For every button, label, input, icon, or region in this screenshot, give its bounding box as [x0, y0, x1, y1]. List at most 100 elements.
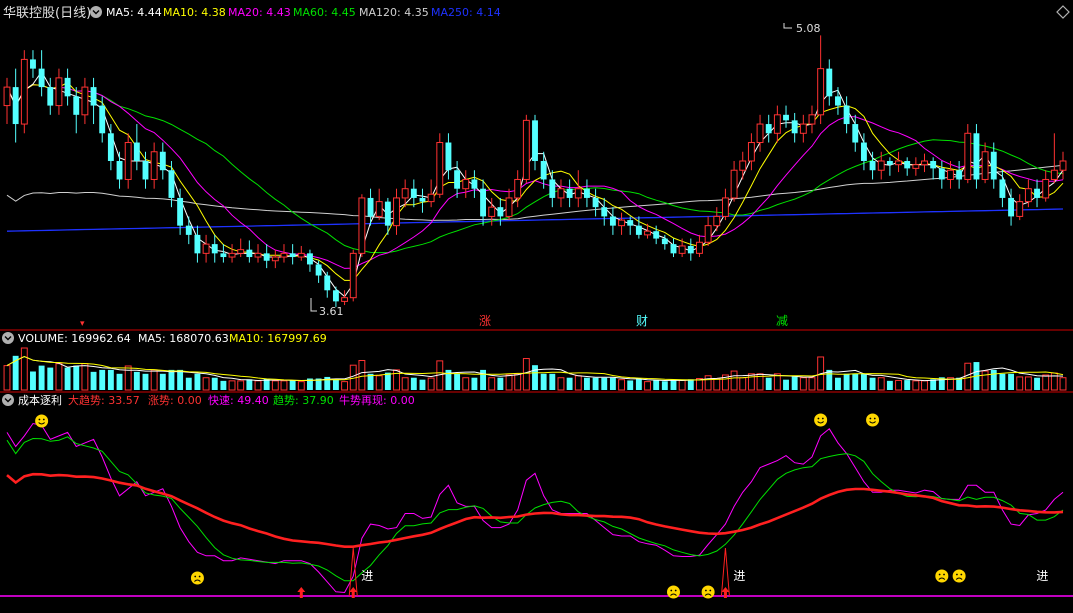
candle-body [627, 220, 634, 226]
volume-bar [38, 365, 45, 390]
candle-body [185, 225, 192, 235]
volume-bar [271, 380, 279, 391]
candle-body [1059, 160, 1067, 171]
low-price-label: 3.61 [319, 305, 344, 318]
candle-body [81, 86, 89, 116]
candle-body [289, 253, 296, 258]
candle-body [150, 151, 158, 180]
candle-body [410, 188, 417, 198]
candle-body [116, 160, 123, 180]
volume-bar [747, 373, 755, 391]
frown-icon [190, 571, 204, 585]
volume-bar [410, 377, 417, 390]
candle-body [696, 241, 703, 254]
candle-body [1024, 188, 1032, 203]
candle-body [678, 245, 686, 254]
candle-body [367, 197, 374, 217]
candle-body [254, 252, 262, 258]
volume-bar [90, 371, 97, 390]
chevron-down-icon[interactable] [2, 394, 14, 406]
candle-body [271, 256, 279, 262]
candle-body [549, 179, 556, 198]
volume-bar [142, 373, 149, 390]
volume-bar [1034, 377, 1040, 390]
bull-label: 牛势再现: 0.00 [339, 393, 415, 407]
volume-bar [687, 379, 694, 390]
volume-bar [904, 380, 911, 390]
candle-body [912, 164, 920, 169]
volume-bar [454, 373, 461, 390]
ma20-label: MA20: 4.43 [228, 6, 291, 19]
volume-bar [297, 381, 305, 391]
volume-bar [514, 373, 522, 391]
volume-bar [47, 367, 54, 390]
volume-bar [661, 381, 668, 390]
candle-body [835, 96, 841, 106]
candle-body [454, 170, 461, 189]
candle-body [99, 105, 106, 134]
ma250-label: MA250: 4.14 [431, 6, 501, 19]
candle-body [20, 58, 28, 125]
volume-bar [835, 377, 841, 390]
volume-bar [99, 369, 106, 390]
candle-body [990, 151, 997, 180]
volume-bar [116, 373, 123, 390]
candle-body [904, 160, 911, 169]
volume-bar [773, 373, 781, 391]
candle-body [90, 87, 97, 106]
candle-body [12, 87, 19, 125]
candle-body [307, 253, 313, 265]
volume-bar [609, 377, 616, 390]
volume-bar [592, 377, 599, 390]
candle-body [721, 197, 729, 217]
fast-label: 快速: 49.40 [208, 394, 269, 407]
volume-bar [869, 377, 876, 390]
big-trend-label: 大趋势: 33.57 [68, 393, 140, 407]
volume-bar [808, 377, 816, 391]
candle-body [713, 215, 721, 227]
volume-bar [289, 380, 296, 390]
candle-body [194, 234, 201, 254]
candle-body [341, 297, 349, 302]
volume-bar [895, 379, 902, 391]
chart-title: 华联控股(日线) [3, 6, 91, 21]
candle-body [747, 142, 755, 162]
chevron-down-icon[interactable] [90, 6, 102, 18]
candle-body [877, 160, 885, 171]
entry-label: 进 [361, 569, 373, 583]
volume-bar [107, 369, 114, 390]
candle-body [808, 114, 816, 125]
volume-bar [566, 377, 573, 390]
volume-bar [618, 379, 626, 391]
candle-body [1034, 188, 1040, 198]
volume-bar [497, 377, 504, 390]
candle-body [324, 275, 331, 291]
entry-label: 进 [733, 569, 745, 583]
volume-bar [55, 363, 63, 391]
volume-bar [704, 375, 712, 391]
trend-label: 趋势: 37.90 [273, 394, 334, 407]
candle-body [30, 59, 36, 69]
candle-body [687, 245, 694, 254]
volume-bar [237, 380, 245, 391]
volume-bar [549, 373, 556, 390]
frown-icon [952, 569, 966, 583]
stock-chart[interactable]: 华联控股(日线) MA5: 4.44 MA10: 4.38 MA20: 4.43… [0, 0, 1073, 613]
volume-bar [783, 379, 789, 390]
candle-body [280, 252, 288, 258]
chevron-down-icon[interactable] [2, 332, 14, 344]
volume-bar [133, 371, 140, 390]
candle-body [3, 86, 11, 107]
candle-body [315, 264, 322, 276]
volume-bar [20, 347, 28, 391]
candle-body [505, 197, 513, 217]
volume-bar [540, 373, 547, 390]
candle-body [938, 168, 945, 180]
candle-body [921, 160, 928, 166]
volume-bar [159, 373, 166, 390]
candle-body [47, 87, 54, 106]
volume-bar [826, 369, 833, 390]
volume-bar [64, 367, 71, 390]
candle-body [557, 188, 565, 199]
candle-body [38, 68, 45, 88]
